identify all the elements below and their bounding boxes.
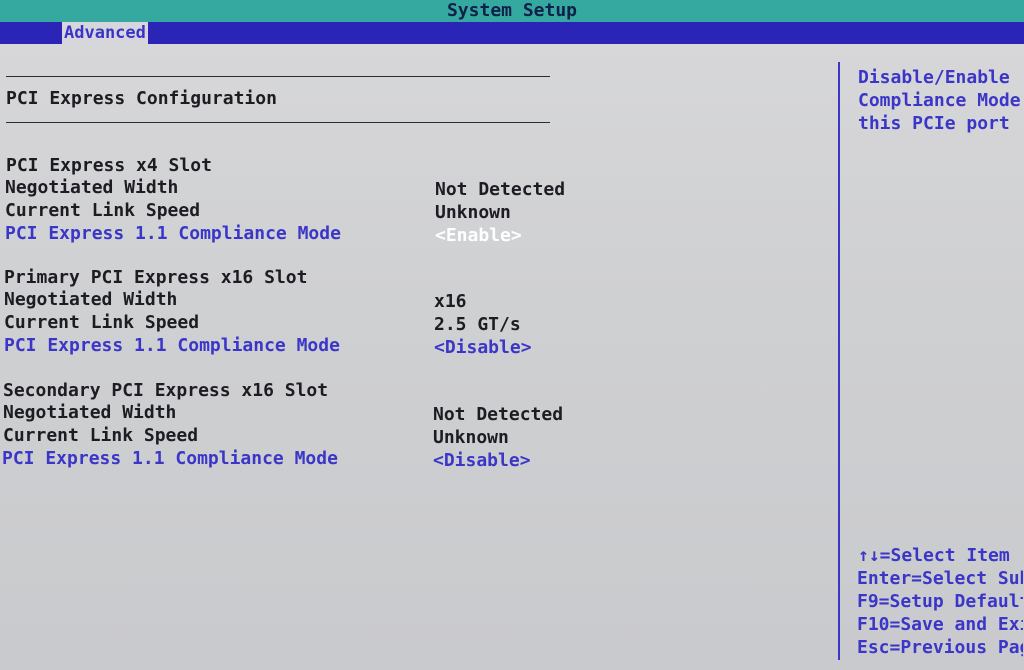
window-title: System Setup bbox=[0, 0, 1024, 22]
x4-negotiated-width-value: Not Detected bbox=[435, 179, 566, 200]
help-text-line: Compliance Mode bbox=[858, 90, 1021, 111]
group-heading-secondary-x16-slot: Secondary PCI Express x16 Slot bbox=[3, 380, 329, 401]
help-text-line: Disable/Enable bbox=[858, 67, 1010, 88]
secondary-negotiated-width-value: Not Detected bbox=[433, 404, 564, 425]
x4-negotiated-width-label: Negotiated Width bbox=[5, 177, 179, 198]
tab-advanced[interactable]: Advanced bbox=[62, 22, 148, 44]
primary-negotiated-width-label: Negotiated Width bbox=[4, 289, 178, 310]
title-rule-top bbox=[6, 76, 550, 77]
x4-link-speed-label: Current Link Speed bbox=[5, 200, 201, 221]
secondary-link-speed-value: Unknown bbox=[433, 427, 509, 448]
primary-negotiated-width-value: x16 bbox=[434, 291, 467, 312]
x4-link-speed-value: Unknown bbox=[435, 202, 511, 223]
key-legend-f10: F10=Save and Exit bbox=[857, 614, 1023, 635]
help-panel-divider bbox=[838, 62, 840, 660]
key-legend-esc: Esc=Previous Page bbox=[857, 637, 1023, 658]
secondary-compliance-mode-label[interactable]: PCI Express 1.1 Compliance Mode bbox=[2, 448, 338, 470]
page-title: PCI Express Configuration bbox=[6, 88, 277, 109]
secondary-link-speed-label: Current Link Speed bbox=[3, 425, 199, 446]
secondary-compliance-mode-option[interactable]: <Disable> bbox=[433, 450, 531, 472]
menu-bar: Advanced bbox=[0, 22, 1024, 44]
x4-compliance-mode-option[interactable]: <Enable> bbox=[435, 225, 522, 247]
x4-compliance-mode-label[interactable]: PCI Express 1.1 Compliance Mode bbox=[5, 223, 341, 245]
primary-compliance-mode-label[interactable]: PCI Express 1.1 Compliance Mode bbox=[4, 335, 340, 357]
help-text-line: this PCIe port bbox=[858, 113, 1010, 134]
key-legend-f9: F9=Setup Defaults bbox=[857, 591, 1023, 612]
secondary-negotiated-width-label: Negotiated Width bbox=[3, 402, 177, 423]
group-heading-primary-x16-slot: Primary PCI Express x16 Slot bbox=[4, 267, 308, 288]
primary-compliance-mode-option[interactable]: <Disable> bbox=[434, 337, 532, 359]
key-legend-select-item: ↑↓=Select Item bbox=[858, 545, 1010, 566]
group-heading-x4-slot: PCI Express x4 Slot bbox=[6, 155, 212, 176]
key-legend-enter: Enter=Select Sub bbox=[857, 568, 1023, 589]
title-rule-bottom bbox=[6, 122, 550, 123]
primary-link-speed-value: 2.5 GT/s bbox=[434, 314, 521, 335]
primary-link-speed-label: Current Link Speed bbox=[4, 312, 200, 333]
